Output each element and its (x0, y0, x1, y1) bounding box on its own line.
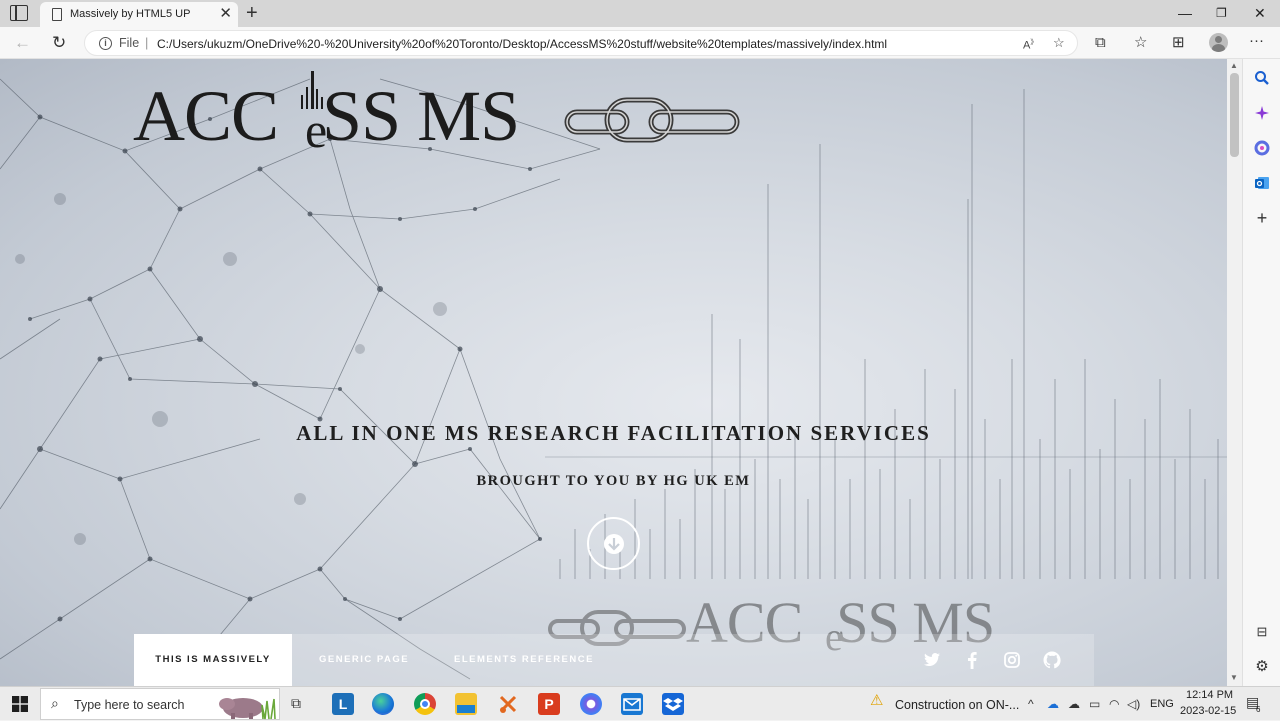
extensions-icon[interactable]: ⧉ (1095, 33, 1106, 53)
scroll-down-button[interactable] (587, 517, 640, 570)
browser-tab-bar: Massively by HTML5 UP ✕ + — ❐ ✕ (0, 0, 1280, 27)
onedrive-personal-icon[interactable]: ☁ (1068, 697, 1080, 711)
github-icon[interactable] (1042, 650, 1062, 670)
twitter-icon[interactable] (922, 650, 942, 670)
address-bar[interactable]: i File | C:/Users/ukuzm/OneDrive%20-%20U… (84, 30, 1078, 56)
info-icon[interactable]: i (99, 37, 112, 50)
powerpoint-icon[interactable]: P (538, 693, 560, 715)
hero-subheading: BROUGHT TO YOU BY HG UK EM (476, 473, 751, 489)
url-text[interactable]: C:/Users/ukuzm/OneDrive%20-%20University… (157, 37, 887, 51)
clock-time[interactable]: 12:14 PM (1186, 689, 1233, 701)
scroll-up-arrow-icon[interactable]: ▲ (1230, 61, 1238, 70)
site-navigation: THIS IS MASSIVELY GENERIC PAGE ELEMENTS … (134, 634, 1094, 686)
edge-browser-icon[interactable] (372, 693, 394, 715)
chain-link-icon (564, 97, 740, 143)
search-icon[interactable] (1253, 69, 1271, 87)
copilot-sparkle-icon[interactable] (1253, 104, 1271, 122)
traffic-warning-icon[interactable]: ⚠ (870, 693, 883, 708)
show-hidden-icons-icon[interactable]: ^ (1028, 697, 1034, 711)
page-scrollbar[interactable]: ▲ ▼ (1227, 59, 1242, 686)
scroll-down-arrow-icon[interactable]: ▼ (1230, 673, 1238, 682)
windows-taskbar: ⌕ Type here to search ⧉ L P ⚠ Constructi… (0, 686, 1280, 720)
chrome-icon[interactable] (414, 693, 436, 715)
hide-sidebar-icon[interactable]: ⊟ (1253, 623, 1271, 641)
notification-count: 6 (1256, 705, 1261, 714)
clock-date[interactable]: 2023-02-15 (1180, 705, 1236, 717)
nav-this-is-massively[interactable]: THIS IS MASSIVELY (134, 634, 292, 686)
read-aloud-icon[interactable]: A》 (1023, 37, 1037, 52)
back-icon[interactable]: ← (14, 32, 31, 54)
close-window-icon[interactable]: ✕ (1254, 4, 1266, 22)
new-tab-button[interactable]: + (246, 1, 258, 25)
favorites-icon[interactable]: ☆ (1134, 33, 1147, 53)
copilot-app-icon[interactable] (580, 693, 602, 715)
close-tab-icon[interactable]: ✕ (219, 5, 232, 23)
logo-e: e (305, 102, 328, 158)
refresh-icon[interactable]: ↻ (52, 32, 66, 54)
file-explorer-icon[interactable] (455, 693, 477, 715)
outlook-icon[interactable] (1253, 174, 1271, 192)
snipping-tool-icon[interactable] (497, 693, 519, 715)
access-ms-logo: ACC SS MS e (133, 67, 753, 159)
windows-start-icon[interactable] (12, 696, 28, 712)
facebook-icon[interactable] (962, 650, 982, 670)
collections-icon[interactable]: ⊞ (1172, 33, 1185, 53)
task-view-icon[interactable]: ⧉ (291, 696, 301, 710)
address-bar-row: ← ↻ i File | C:/Users/ukuzm/OneDrive%20-… (0, 27, 1280, 59)
nav-elements-reference[interactable]: ELEMENTS REFERENCE (454, 634, 594, 686)
hippo-search-highlight-icon (219, 698, 276, 720)
browser-tab[interactable]: Massively by HTML5 UP ✕ (40, 2, 238, 27)
tab-actions-icon[interactable] (10, 5, 28, 21)
battery-icon[interactable]: ▭ (1089, 697, 1100, 711)
edge-sidebar: + ⊟ ⚙ (1242, 59, 1280, 686)
news-notification[interactable]: Construction on ON-... (895, 698, 1019, 712)
instagram-icon[interactable] (1002, 650, 1022, 670)
add-icon[interactable]: + (1253, 209, 1271, 227)
page-icon (52, 8, 62, 21)
arrow-down-icon (604, 534, 624, 554)
page-viewport: ACC SS MS e ALL IN ONE MS RESEARCH FACILI… (0, 59, 1227, 686)
onedrive-cloud-icon[interactable]: ☁ (1047, 697, 1059, 711)
url-scheme: File (119, 36, 140, 50)
taskbar-app-l-icon[interactable]: L (332, 693, 354, 715)
settings-gear-icon[interactable]: ⚙ (1253, 658, 1271, 676)
profile-avatar[interactable] (1209, 33, 1228, 52)
nav-generic-page[interactable]: GENERIC PAGE (319, 634, 409, 686)
maximize-icon[interactable]: ❐ (1216, 4, 1227, 22)
language-indicator[interactable]: ENG (1150, 698, 1174, 710)
dropbox-icon[interactable] (662, 693, 684, 715)
hero-headline: ALL IN ONE MS RESEARCH FACILITATION SERV… (296, 421, 931, 445)
minimize-icon[interactable]: — (1178, 4, 1192, 22)
mail-icon[interactable] (621, 693, 643, 715)
search-icon: ⌕ (51, 695, 59, 711)
favorite-star-icon[interactable]: ☆ (1053, 35, 1065, 51)
office-icon[interactable] (1253, 139, 1271, 157)
search-placeholder: Type here to search (74, 698, 185, 712)
wifi-icon[interactable]: ◠ (1109, 697, 1119, 711)
volume-icon[interactable]: ◁) (1127, 697, 1140, 711)
tab-title: Massively by HTML5 UP (70, 8, 191, 20)
url-separator: | (145, 35, 149, 50)
taskbar-search-box[interactable]: ⌕ Type here to search (40, 688, 280, 720)
scrollbar-thumb[interactable] (1230, 73, 1239, 157)
more-menu-icon[interactable]: ··· (1249, 31, 1264, 51)
